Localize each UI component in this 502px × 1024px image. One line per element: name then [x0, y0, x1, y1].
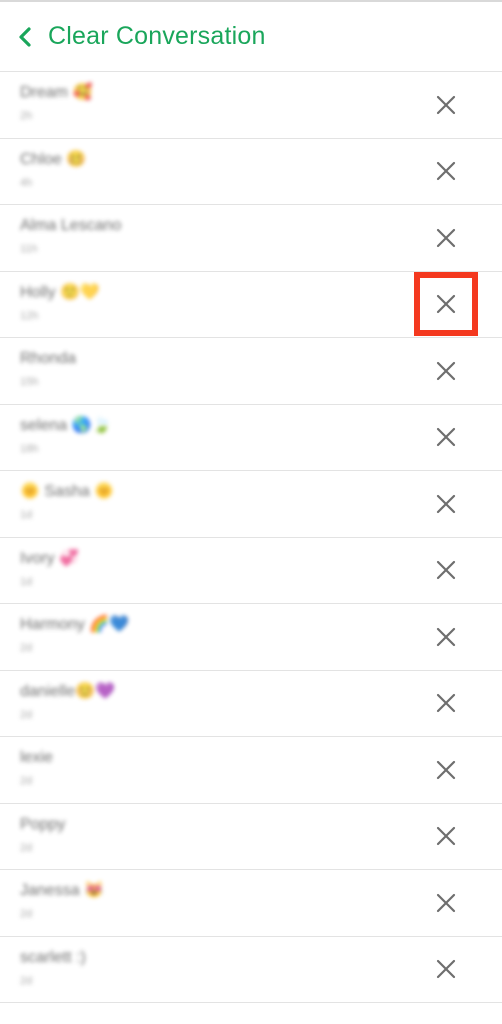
- conversation-timestamp: 2d: [20, 841, 33, 854]
- header-bar: Clear Conversation: [0, 2, 502, 72]
- back-button[interactable]: [14, 23, 36, 51]
- clear-conversation-screen: Clear Conversation Dream 🥰 2h Chloe 🥴 4h Alm…: [0, 0, 502, 1024]
- conversation-name: scarlett :): [20, 948, 86, 966]
- close-icon: [436, 694, 456, 713]
- conversation-timestamp: 2d: [20, 642, 33, 654]
- conversation-timestamp: 1d: [20, 509, 33, 521]
- clear-conversation-button[interactable]: [414, 804, 478, 868]
- clear-conversation-button[interactable]: [414, 139, 478, 203]
- conversation-row: Ivory 💞 1d: [0, 538, 502, 604]
- conversation-info: 🌞 Sasha 🌞 1d: [20, 481, 114, 521]
- clear-conversation-button[interactable]: [414, 472, 478, 536]
- close-icon: [436, 228, 456, 247]
- conversation-info: Poppy 2d: [20, 814, 65, 854]
- conversation-name: Chloe 🥴: [20, 150, 87, 168]
- conversation-name: Rhonda: [20, 350, 77, 367]
- conversation-info: Alma Lescano 11h: [20, 215, 121, 255]
- conversation-timestamp: 11h: [20, 243, 38, 255]
- conversation-timestamp: 12h: [20, 309, 39, 322]
- close-icon: [436, 361, 456, 380]
- close-icon: [436, 162, 456, 181]
- conversation-info: Holly 🙂💛 12h: [20, 282, 100, 322]
- conversation-row: Chloe 🥴 4h: [0, 139, 502, 205]
- close-icon: [436, 760, 456, 779]
- conversation-info: danielle😊💜 2d: [20, 681, 115, 721]
- conversation-info: scarlett :) 2d: [20, 947, 86, 987]
- conversation-row: scarlett :) 2d: [0, 937, 502, 1003]
- conversation-name: Ivory 💞: [20, 549, 80, 567]
- conversation-name: Holly 🙂💛: [20, 283, 100, 301]
- close-icon: [436, 627, 456, 646]
- conversation-name: 🌞 Sasha 🌞: [20, 483, 115, 500]
- chevron-left-icon: [19, 26, 31, 47]
- conversation-row: selena 🌎🍃 18h: [0, 405, 502, 471]
- clear-conversation-button[interactable]: [414, 538, 478, 602]
- clear-conversation-button[interactable]: [414, 206, 478, 270]
- conversation-name: Harmony 🌈💙: [20, 616, 130, 633]
- conversation-timestamp: 2d: [20, 775, 33, 787]
- clear-conversation-button[interactable]: [414, 871, 478, 935]
- conversation-row: Holly 🙂💛 12h: [0, 272, 502, 338]
- conversation-info: Ivory 💞 1d: [20, 548, 79, 588]
- conversation-info: Janessa 😻 2d: [20, 880, 104, 920]
- conversation-row: Rhonda 15h: [0, 338, 502, 405]
- close-icon: [436, 95, 456, 114]
- conversation-row: Janessa 😻 2d: [0, 870, 502, 937]
- close-icon: [436, 561, 456, 580]
- conversation-row: danielle😊💜 2d: [0, 671, 502, 737]
- conversation-row: Alma Lescano 11h: [0, 205, 502, 272]
- conversation-timestamp: 1d: [20, 575, 33, 588]
- conversation-row: Poppy 2d: [0, 804, 502, 870]
- conversation-name: Dream 🥰: [20, 84, 93, 101]
- conversation-info: selena 🌎🍃 18h: [20, 415, 111, 455]
- page-title: Clear Conversation: [48, 22, 266, 50]
- conversation-row: Dream 🥰 2h: [0, 72, 502, 139]
- conversation-row: 🌞 Sasha 🌞 1d: [0, 471, 502, 538]
- close-icon: [436, 295, 456, 314]
- close-icon: [436, 960, 456, 979]
- conversation-timestamp: 2d: [20, 708, 33, 721]
- conversation-name: danielle😊💜: [20, 682, 115, 700]
- conversation-info: Rhonda 15h: [20, 348, 76, 388]
- clear-conversation-button[interactable]: [414, 73, 478, 137]
- clear-conversation-button[interactable]: [414, 405, 478, 469]
- conversation-name: selena 🌎🍃: [20, 416, 112, 434]
- conversation-name: Janessa 😻: [20, 882, 104, 899]
- conversation-row: Harmony 🌈💙 2d: [0, 604, 502, 671]
- conversation-list: Dream 🥰 2h Chloe 🥴 4h Alma Lescano 11h Holly 🙂…: [0, 72, 502, 1003]
- conversation-info: lexie 2d: [20, 747, 53, 787]
- conversation-timestamp: 15h: [20, 376, 39, 388]
- conversation-row: lexie 2d: [0, 737, 502, 804]
- conversation-timestamp: 2d: [20, 908, 33, 920]
- clear-conversation-button[interactable]: [414, 339, 478, 403]
- clear-conversation-button[interactable]: [414, 671, 478, 735]
- conversation-timestamp: 18h: [20, 442, 39, 455]
- clear-conversation-button-highlighted[interactable]: [414, 272, 478, 337]
- close-icon: [436, 428, 456, 447]
- conversation-info: Harmony 🌈💙 2d: [20, 614, 129, 654]
- conversation-info: Chloe 🥴 4h: [20, 149, 86, 189]
- conversation-timestamp: 4h: [20, 176, 33, 189]
- conversation-name: Alma Lescano: [20, 217, 122, 234]
- conversation-timestamp: 2h: [20, 110, 33, 122]
- clear-conversation-button[interactable]: [414, 605, 478, 669]
- clear-conversation-button[interactable]: [414, 738, 478, 802]
- conversation-info: Dream 🥰 2h: [20, 82, 92, 122]
- close-icon: [436, 827, 456, 846]
- conversation-name: Poppy: [20, 815, 66, 833]
- close-icon: [436, 893, 456, 912]
- conversation-timestamp: 2d: [20, 974, 33, 987]
- conversation-name: lexie: [20, 749, 53, 766]
- close-icon: [436, 494, 456, 513]
- clear-conversation-button[interactable]: [414, 937, 478, 1001]
